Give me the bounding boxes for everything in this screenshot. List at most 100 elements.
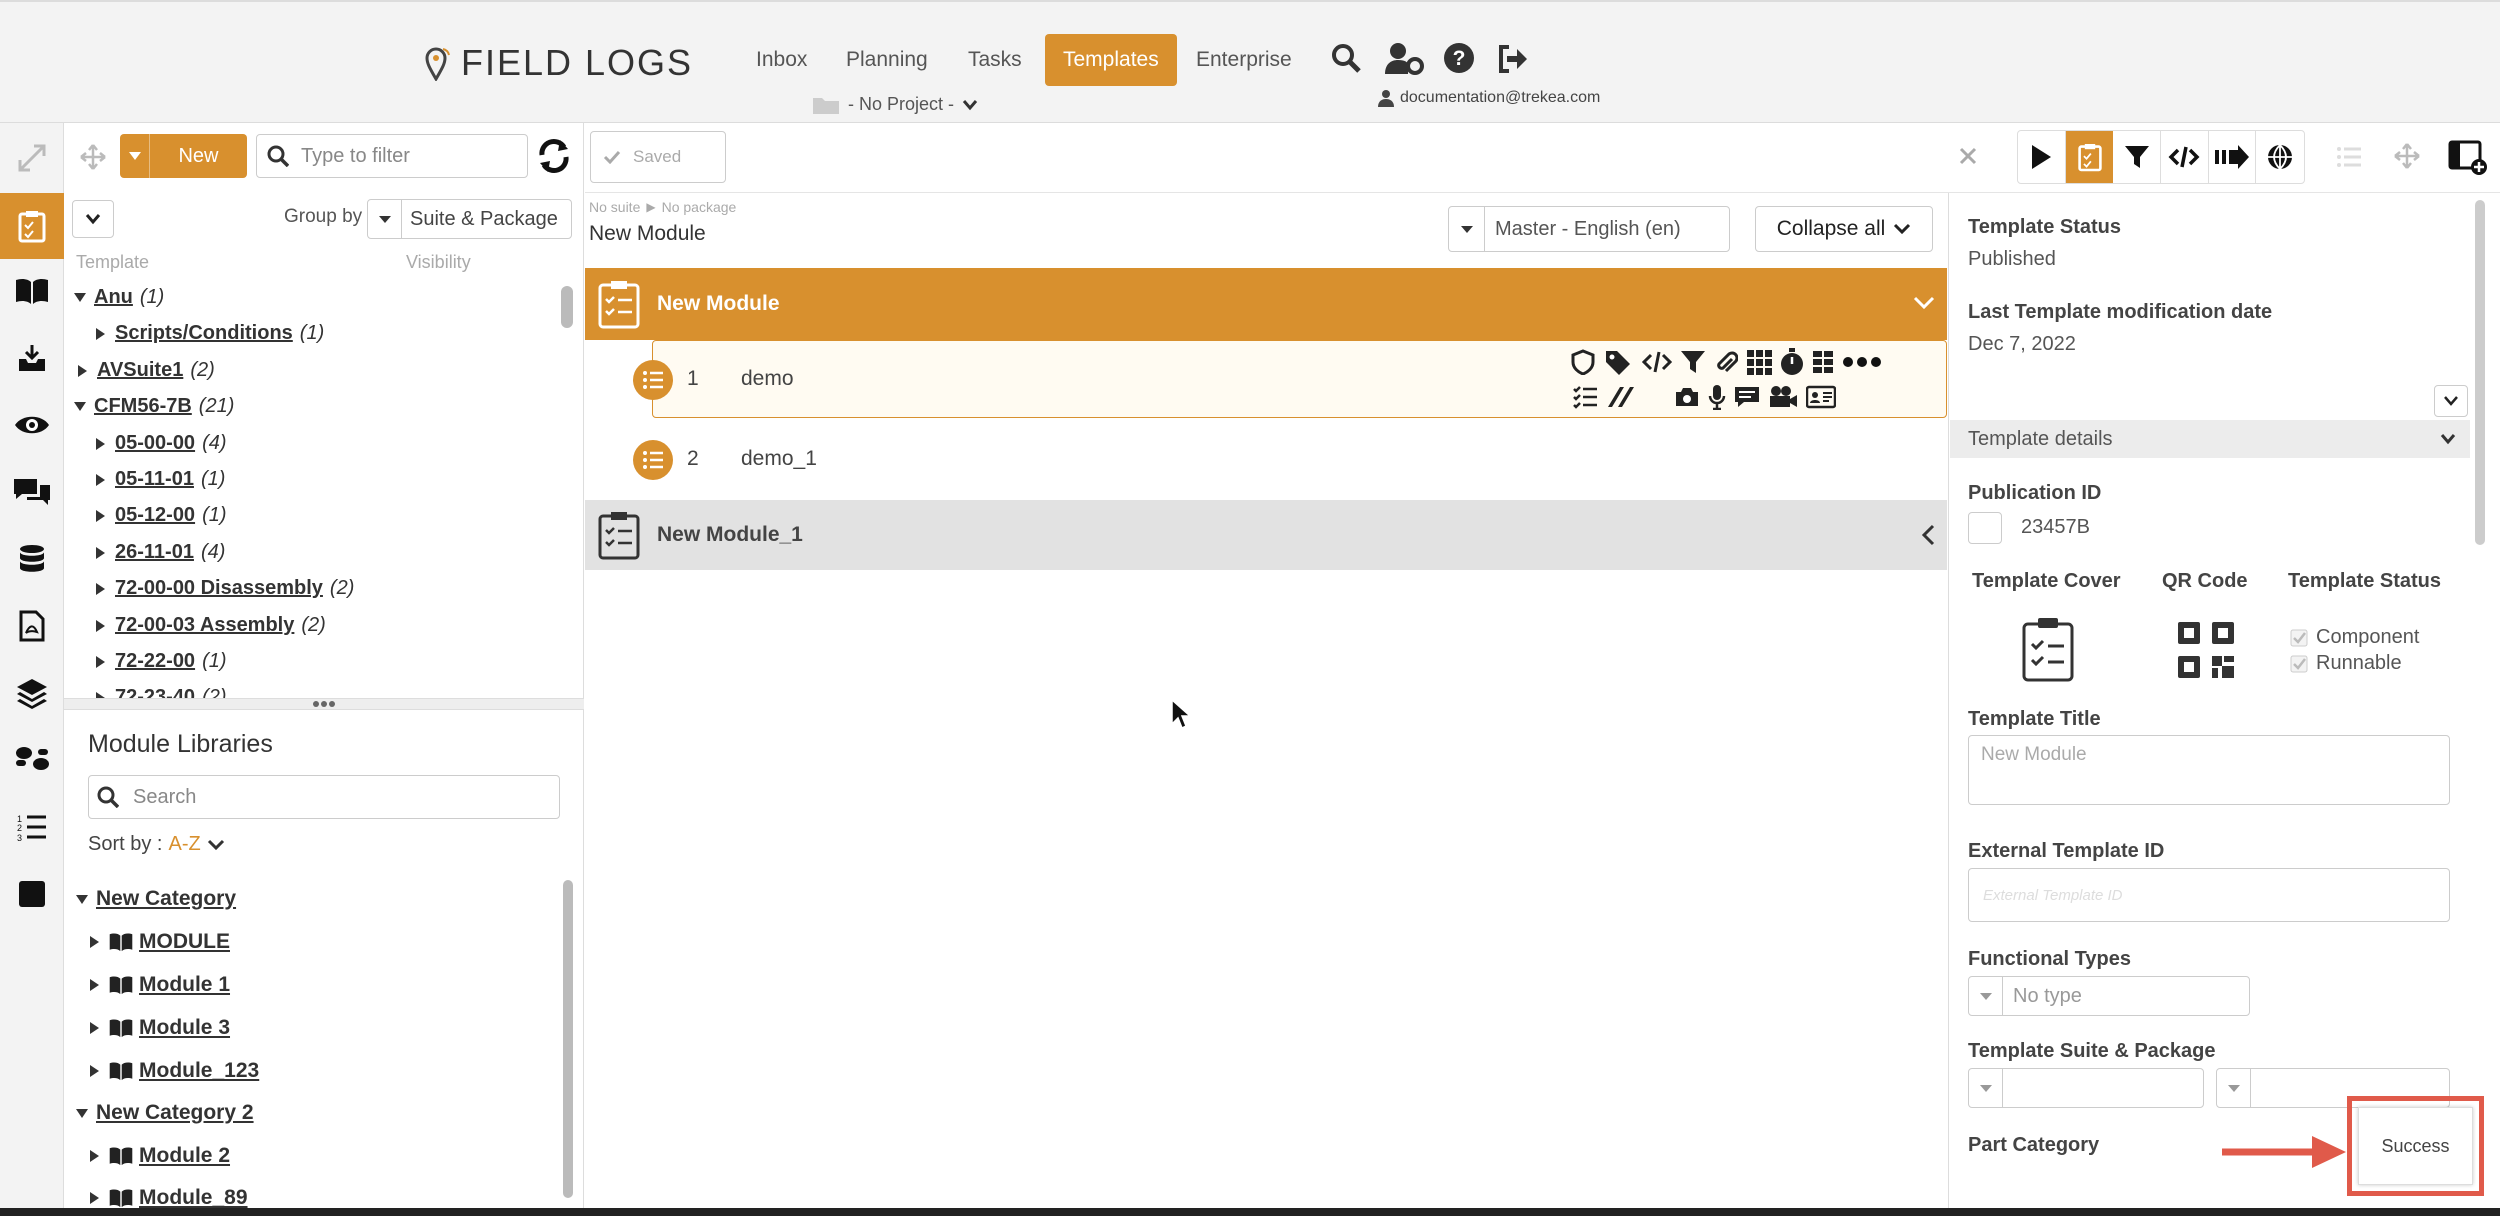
library-category[interactable]: New Category [76, 887, 236, 911]
saved-button[interactable]: Saved [590, 131, 726, 183]
tree-node-label[interactable]: 72-22-00 [115, 650, 195, 673]
filter-input[interactable]: Type to filter [256, 134, 528, 178]
code-icon[interactable] [2161, 131, 2209, 183]
nav-enterprise[interactable]: Enterprise [1178, 34, 1310, 86]
rail-inbox[interactable] [0, 325, 64, 391]
publication-id-checkbox[interactable] [1968, 512, 2002, 544]
refresh-icon[interactable] [536, 137, 572, 175]
tree-node[interactable]: AVSuite1 (2) [78, 359, 215, 382]
tree-node[interactable]: 05-12-00 (1) [96, 504, 227, 527]
tree-node-label[interactable]: 05-00-00 [115, 432, 195, 455]
move-icon[interactable] [2394, 143, 2420, 169]
tree-node[interactable]: CFM56-7B (21) [74, 395, 234, 418]
nav-inbox[interactable]: Inbox [738, 34, 825, 86]
rail-database[interactable] [0, 526, 64, 592]
library-module-label[interactable]: Module 1 [139, 973, 230, 997]
right-scrollbar[interactable] [2475, 200, 2485, 545]
rail-visibility[interactable] [0, 392, 64, 458]
suite-select[interactable] [1968, 1068, 2204, 1108]
success-toast[interactable]: Success [2358, 1107, 2473, 1185]
library-module[interactable]: MODULE [90, 930, 230, 954]
nav-tasks[interactable]: Tasks [950, 34, 1040, 86]
project-selector[interactable]: - No Project - [812, 94, 978, 115]
help-icon[interactable]: ? [1443, 42, 1475, 74]
tasks-list-icon[interactable] [1572, 385, 1598, 409]
functional-types-select[interactable]: No type [1968, 976, 2250, 1016]
step-name[interactable]: demo [741, 367, 794, 391]
tree-node-label[interactable]: Scripts/Conditions [115, 322, 293, 345]
user-account[interactable]: documentation@trekea.com [1378, 89, 1600, 107]
globe-icon[interactable] [2256, 131, 2304, 183]
tree-node-label[interactable]: 05-12-00 [115, 504, 195, 527]
rail-steps[interactable] [0, 727, 64, 793]
library-module[interactable]: Module_89 [90, 1186, 248, 1210]
workflow-arrow-icon[interactable] [2209, 131, 2257, 183]
component-checkbox[interactable]: Component [2290, 626, 2419, 649]
nav-planning[interactable]: Planning [828, 34, 946, 86]
template-title-input[interactable]: New Module [1968, 735, 2450, 805]
library-module-label[interactable]: Module_89 [139, 1186, 248, 1210]
template-cover-image[interactable] [2020, 616, 2076, 682]
comment-icon[interactable] [1734, 385, 1760, 409]
tree-scrollbar[interactable] [561, 286, 573, 328]
tree-node-label[interactable]: CFM56-7B [94, 395, 192, 418]
tree-node[interactable]: 05-11-01 (1) [96, 468, 225, 491]
grid-icon[interactable] [1746, 349, 1772, 375]
runnable-checkbox[interactable]: Runnable [2290, 652, 2402, 675]
user-settings-icon[interactable] [1385, 42, 1425, 76]
chevron-down-icon[interactable] [1913, 296, 1935, 310]
tree-node[interactable]: 72-23-40 (2) [96, 686, 227, 698]
clipboard-icon[interactable] [2065, 131, 2114, 183]
tree-node[interactable]: 72-00-03 Assembly (2) [96, 614, 326, 637]
sort-control[interactable]: Sort by : A-Z [88, 833, 225, 856]
tree-node[interactable]: 72-22-00 (1) [96, 650, 227, 673]
tree-node[interactable]: 26-11-01 (4) [96, 541, 225, 564]
module-header[interactable]: New Module [585, 268, 1947, 340]
library-search-input[interactable]: Search [88, 775, 560, 819]
close-icon[interactable] [1958, 146, 1978, 166]
move-icon[interactable] [80, 144, 106, 170]
camera-icon[interactable] [1674, 385, 1700, 409]
tree-node-label[interactable]: 05-11-01 [115, 468, 194, 491]
logout-icon[interactable] [1497, 44, 1529, 74]
tree-node[interactable]: 05-00-00 (4) [96, 432, 227, 455]
language-select[interactable]: Master - English (en) [1448, 206, 1730, 252]
module-header-collapsed[interactable]: New Module_1 [585, 500, 1947, 570]
id-card-icon[interactable] [1806, 385, 1836, 409]
template-details-header[interactable]: Template details [1950, 420, 2470, 458]
collapse-all-button[interactable]: Collapse all [1755, 206, 1933, 252]
library-module[interactable]: Module 3 [90, 1016, 230, 1040]
new-button[interactable]: New [120, 134, 247, 178]
library-module-label[interactable]: Module_123 [139, 1059, 259, 1083]
library-module-label[interactable]: Module 2 [139, 1144, 230, 1168]
rail-library[interactable] [0, 258, 64, 324]
rail-pdf[interactable] [0, 593, 64, 659]
table-icon[interactable] [1812, 349, 1834, 375]
filter-icon[interactable] [2113, 131, 2161, 183]
logo[interactable]: FIELD LOGS [425, 42, 693, 84]
library-module[interactable]: Module_123 [90, 1059, 259, 1083]
rail-square[interactable] [0, 861, 64, 927]
tree-node-label[interactable]: 72-00-03 Assembly [115, 614, 294, 637]
library-module[interactable]: Module 2 [90, 1144, 230, 1168]
library-category-label[interactable]: New Category [96, 887, 236, 911]
tree-node-label[interactable]: 72-23-40 [115, 686, 195, 698]
expand-icon[interactable] [14, 140, 50, 176]
tree-node-label[interactable]: AVSuite1 [97, 359, 183, 382]
step-name[interactable]: demo_1 [741, 447, 817, 471]
filter-icon[interactable] [1680, 349, 1706, 375]
collapse-dropdown-button[interactable] [72, 200, 114, 238]
shield-icon[interactable] [1570, 349, 1596, 375]
external-id-input[interactable]: External Template ID [1968, 868, 2450, 922]
library-scrollbar[interactable] [563, 880, 573, 1198]
rail-comments[interactable] [0, 459, 64, 525]
rail-list[interactable]: 123 [0, 794, 64, 860]
paperclip-icon[interactable] [1714, 349, 1738, 375]
signature-icon[interactable] [1606, 385, 1636, 409]
chevron-left-icon[interactable] [1921, 524, 1935, 546]
library-category-label[interactable]: New Category 2 [96, 1101, 254, 1125]
code-icon[interactable] [1642, 349, 1672, 375]
more-options-icon[interactable] [1842, 349, 1882, 375]
section-toggle-button[interactable] [2434, 385, 2468, 417]
play-icon[interactable] [2018, 131, 2066, 183]
